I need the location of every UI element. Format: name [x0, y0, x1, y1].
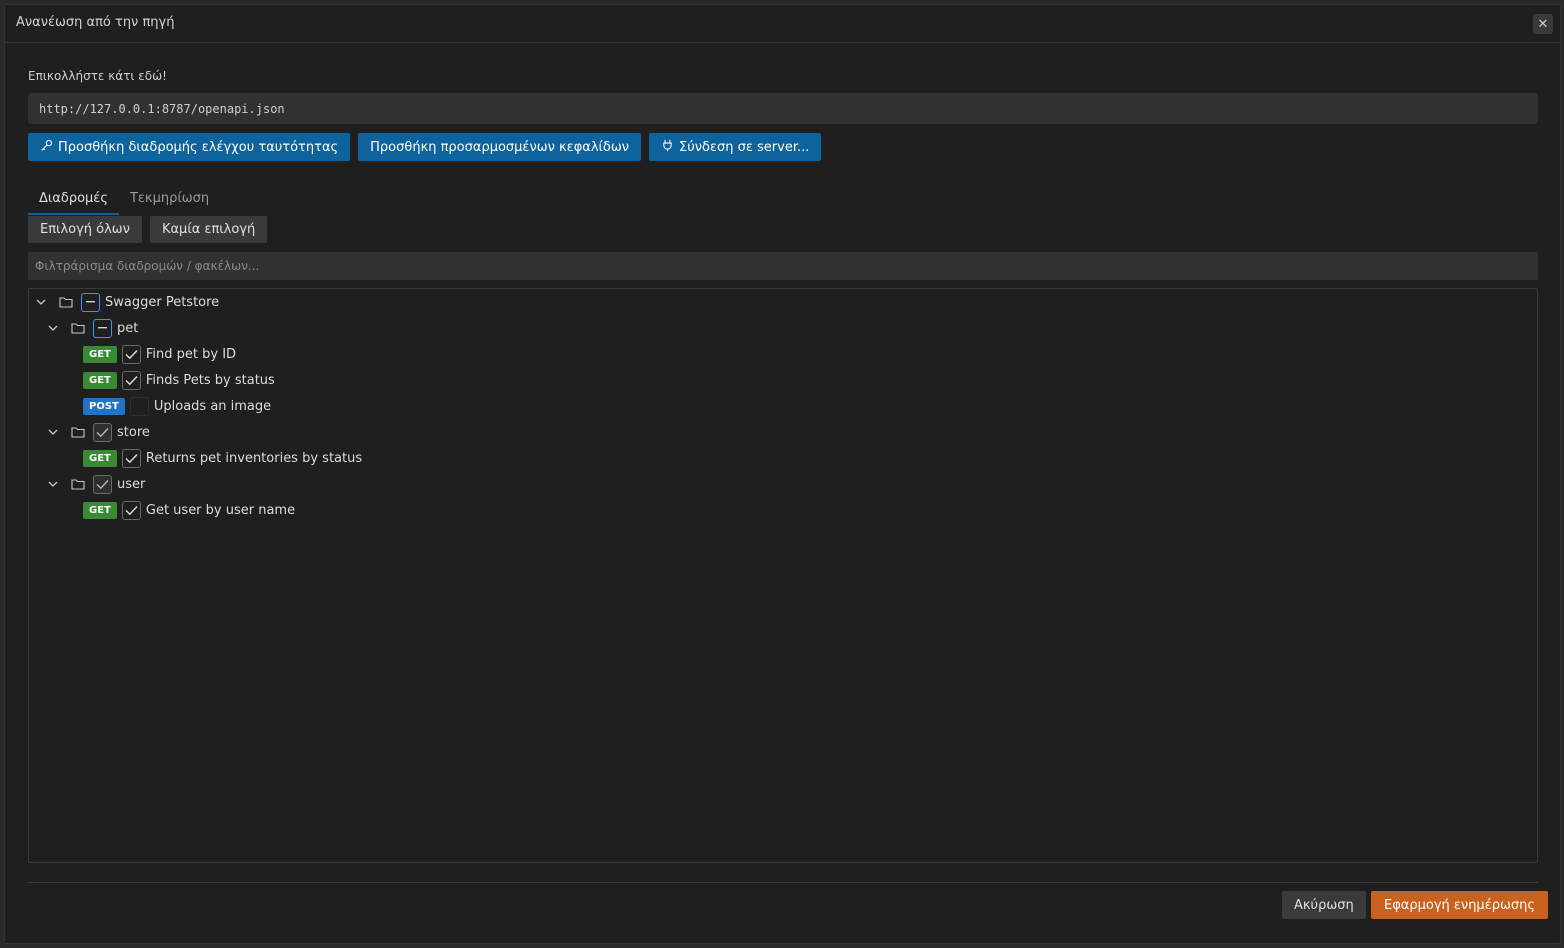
route-row[interactable]: GET Returns pet inventories by status — [83, 445, 362, 471]
route-label: Find pet by ID — [145, 346, 237, 362]
method-badge: GET — [83, 449, 117, 467]
add-auth-route-label: Προσθήκη διαδρομής ελέγχου ταυτότητας — [58, 139, 339, 155]
folder-label-store: store — [117, 424, 150, 440]
folder-icon — [71, 478, 85, 490]
add-auth-route-button[interactable]: Προσθήκη διαδρομής ελέγχου ταυτότητας — [28, 133, 351, 161]
tab-documentation[interactable]: Τεκμηρίωση — [119, 189, 220, 215]
folder-row-user[interactable]: user — [47, 471, 145, 497]
chevron-down-icon[interactable] — [35, 296, 47, 308]
select-none-button[interactable]: Καμία επιλογή — [149, 216, 268, 243]
add-custom-headers-button[interactable]: Προσθήκη προσαρμοσμένων κεφαλίδων — [358, 133, 642, 161]
plug-icon — [661, 139, 674, 156]
chevron-down-icon[interactable] — [47, 478, 59, 490]
route-checkbox[interactable] — [121, 344, 141, 364]
route-row[interactable]: POST Uploads an image — [83, 393, 271, 419]
route-checkbox[interactable] — [121, 500, 141, 520]
route-row[interactable]: GET Find pet by ID — [83, 341, 236, 367]
route-checkbox[interactable] — [121, 448, 141, 468]
close-button[interactable]: ✕ — [1533, 14, 1553, 34]
route-row[interactable]: GET Get user by user name — [83, 497, 295, 523]
route-label: Finds Pets by status — [145, 372, 275, 388]
close-icon: ✕ — [1537, 16, 1549, 32]
cancel-button[interactable]: Ακύρωση — [1282, 891, 1366, 919]
route-label: Get user by user name — [145, 502, 296, 518]
connect-server-label: Σύνδεση σε server... — [679, 139, 810, 155]
folder-icon — [59, 296, 73, 308]
folder-label-user: user — [117, 476, 146, 492]
selection-actions: Επιλογή όλων Καμία επιλογή — [28, 216, 268, 243]
chevron-down-icon[interactable] — [47, 322, 59, 334]
route-filter-input[interactable] — [28, 252, 1538, 280]
route-label: Uploads an image — [153, 398, 272, 414]
tree-root-row[interactable]: Swagger Petstore — [35, 289, 219, 315]
add-custom-headers-label: Προσθήκη προσαρμοσμένων κεφαλίδων — [370, 139, 630, 155]
dialog-title: Ανανέωση από την πηγή — [16, 15, 175, 30]
folder-row-store[interactable]: store — [47, 419, 150, 445]
key-icon — [40, 139, 53, 156]
paste-label: Επικολλήστε κάτι εδώ! — [28, 69, 167, 83]
connect-server-button[interactable]: Σύνδεση σε server... — [649, 133, 822, 161]
footer-divider — [28, 882, 1538, 883]
folder-row-pet[interactable]: pet — [47, 315, 138, 341]
folder-icon — [71, 322, 85, 334]
tree-root-label: Swagger Petstore — [105, 294, 220, 310]
folder-checkbox-pet[interactable] — [93, 318, 112, 338]
source-actions: Προσθήκη διαδρομής ελέγχου ταυτότητας Πρ… — [28, 133, 822, 161]
folder-checkbox-user[interactable] — [93, 474, 112, 494]
route-tree: Swagger Petstore pet GET Find pet by ID … — [28, 288, 1538, 863]
folder-label-pet: pet — [117, 320, 139, 336]
route-label: Returns pet inventories by status — [145, 450, 363, 466]
folder-checkbox-store[interactable] — [93, 422, 112, 442]
route-checkbox[interactable] — [121, 370, 141, 390]
dialog-titlebar: Ανανέωση από την πηγή ✕ — [5, 5, 1560, 43]
refresh-from-source-dialog: Ανανέωση από την πηγή ✕ Επικολλήστε κάτι… — [4, 4, 1561, 944]
apply-update-button[interactable]: Εφαρμογή ενημέρωσης — [1371, 891, 1548, 919]
method-badge: GET — [83, 371, 117, 389]
chevron-down-icon[interactable] — [47, 426, 59, 438]
method-badge: GET — [83, 501, 117, 519]
tab-routes[interactable]: Διαδρομές — [28, 189, 119, 215]
route-checkbox[interactable] — [129, 396, 149, 416]
source-url-input[interactable] — [28, 93, 1538, 124]
method-badge: GET — [83, 345, 117, 363]
method-badge: POST — [83, 397, 125, 415]
root-checkbox[interactable] — [81, 292, 100, 312]
select-all-button[interactable]: Επιλογή όλων — [28, 216, 142, 243]
route-row[interactable]: GET Finds Pets by status — [83, 367, 275, 393]
folder-icon — [71, 426, 85, 438]
tabs: Διαδρομές Τεκμηρίωση — [28, 189, 220, 215]
